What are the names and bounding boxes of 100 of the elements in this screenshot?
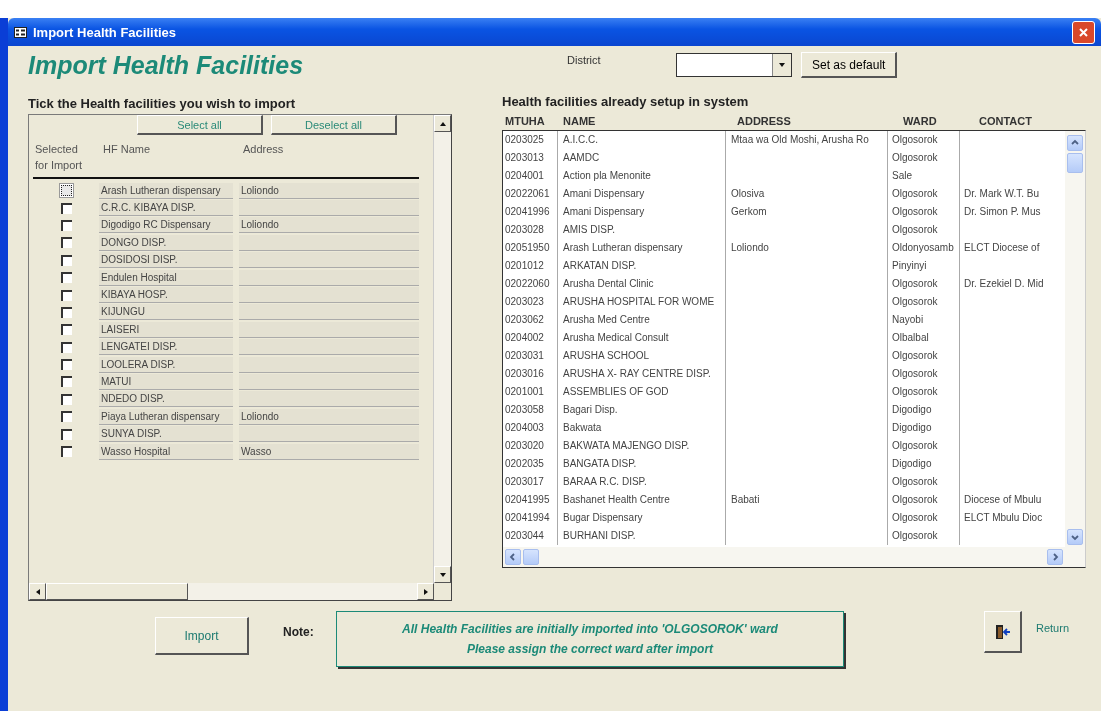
list-cell: Olgosorok [892,152,938,163]
list-cell: 0204001 [505,170,544,181]
chevron-right-icon [1050,552,1060,562]
horizontal-scrollbar[interactable] [503,547,1085,567]
name-field[interactable]: DOSIDOSI DISP. [99,252,233,269]
return-link[interactable]: Return [1036,622,1070,634]
list-cell: Nayobi [892,314,924,325]
name-field[interactable]: DONGO DISP. [99,234,233,251]
horizontal-scrollbar[interactable] [29,583,434,600]
facility-list[interactable] [502,130,1086,568]
column-header: CONTACT [978,114,1032,129]
scroll-thumb[interactable] [1067,153,1083,173]
name-field[interactable]: Digodigo RC Dispensary [99,217,233,234]
list-cell: BANGATA DISP. [563,458,637,469]
list-cell: A.I.C.C. [563,134,598,145]
column-header: NAME [562,114,597,129]
import-button[interactable]: Import [155,617,249,655]
scroll-thumb[interactable] [523,549,539,565]
name-field[interactable]: MATUI [99,374,233,390]
list-cell: 0204002 [505,332,544,343]
name-field[interactable]: LAISERI [99,321,233,338]
import-checkbox[interactable] [60,219,72,231]
section-title: Tick the Health facilities you wish to import [28,95,297,113]
name-field[interactable]: Wasso Hospital [99,443,233,460]
import-checkbox[interactable] [60,446,72,458]
list-cell: 0203062 [505,314,544,325]
import-checkbox[interactable] [60,324,72,336]
list-cell: ELCT Diocese of [964,242,1040,253]
import-checkbox[interactable] [60,411,72,423]
name-field[interactable]: KIBAYA HOSP. [99,287,233,304]
import-checkbox[interactable] [60,254,72,266]
import-checkbox[interactable] [60,341,72,353]
address-field[interactable] [239,252,419,269]
list-cell: Olgosorok [892,386,938,397]
vertical-scrollbar[interactable] [433,115,451,583]
list-cell: 02041994 [505,512,550,523]
district-label: District [567,53,602,66]
list-cell: Digodigo [892,422,932,433]
name-field[interactable]: C.R.C. KIBAYA DISP. [99,200,233,217]
list-cell: BARAA R.C. DISP. [563,476,647,487]
list-cell: Loliondo [731,242,769,253]
address-field[interactable] [239,339,419,356]
vertical-scrollbar[interactable] [1065,131,1085,547]
name-field[interactable]: NDEDO DISP. [99,391,233,408]
list-cell: 02041995 [505,494,550,505]
import-checkbox[interactable] [60,393,72,405]
address-field[interactable] [239,287,419,304]
list-cell: Pinyinyi [892,260,927,271]
import-checkbox[interactable] [60,202,72,214]
import-checkbox[interactable] [60,359,72,371]
import-checkbox[interactable] [60,289,72,301]
address-field[interactable] [239,321,419,338]
address-field[interactable] [239,234,419,251]
chevron-left-icon [508,552,518,562]
address-field[interactable] [239,391,419,408]
address-field[interactable]: Wasso [239,443,419,460]
scroll-right-icon [421,587,430,596]
address-field[interactable] [239,304,419,321]
list-cell: Bagari Disp. [563,404,618,415]
list-cell: 0201001 [505,386,544,397]
close-button[interactable] [1072,20,1095,44]
list-cell: BAKWATA MAJENGO DISP. [563,440,690,451]
list-cell: 0203020 [505,440,544,451]
address-field[interactable] [239,374,419,390]
name-field[interactable]: Endulen Hospital [99,269,233,286]
list-cell: 0202035 [505,458,544,469]
list-cell: Olgosorok [892,512,938,523]
set-default-button[interactable]: Set as default [801,52,898,78]
name-field[interactable]: SUNYA DISP. [99,426,233,443]
name-field[interactable]: Arash Lutheran dispensary [99,182,233,199]
select-button[interactable]: Select all [137,115,263,135]
name-field[interactable]: KIJUNGU [99,304,233,321]
window-title: Import Health Facilities [33,24,177,40]
list-cell: 0203025 [505,134,544,145]
list-cell: Dr. Simon P. Mus [964,206,1041,217]
import-checkbox[interactable] [60,272,72,284]
import-checkbox[interactable] [60,185,72,197]
address-field[interactable] [239,200,419,217]
import-checkbox[interactable] [60,237,72,249]
list-cell: Oldonyosamb [892,242,954,253]
list-cell: Olosiva [731,188,765,199]
import-checkbox[interactable] [60,306,72,318]
list-cell: Arash Lutheran dispensary [563,242,683,253]
list-cell: ARUSHA SCHOOL [563,350,650,361]
name-field[interactable]: LOOLERA DISP. [99,356,233,373]
address-field[interactable] [239,426,419,443]
import-checkbox[interactable] [60,376,72,388]
import-checkbox[interactable] [60,428,72,440]
select-button[interactable]: Deselect all [271,115,397,135]
return-button[interactable] [984,611,1022,653]
address-field[interactable]: Loliondo [239,408,419,425]
address-field[interactable] [239,269,419,286]
address-field[interactable]: Loliondo [239,217,419,234]
list-cell: Diocese of Mbulu [964,494,1042,505]
address-field[interactable]: Loliondo [239,182,419,199]
list-cell: 02022060 [505,278,550,289]
name-field[interactable]: Piaya Lutheran dispensary [99,408,233,425]
address-field[interactable] [239,356,419,373]
district-dropdown[interactable] [676,53,792,77]
name-field[interactable]: LENGATEI DISP. [99,339,233,356]
